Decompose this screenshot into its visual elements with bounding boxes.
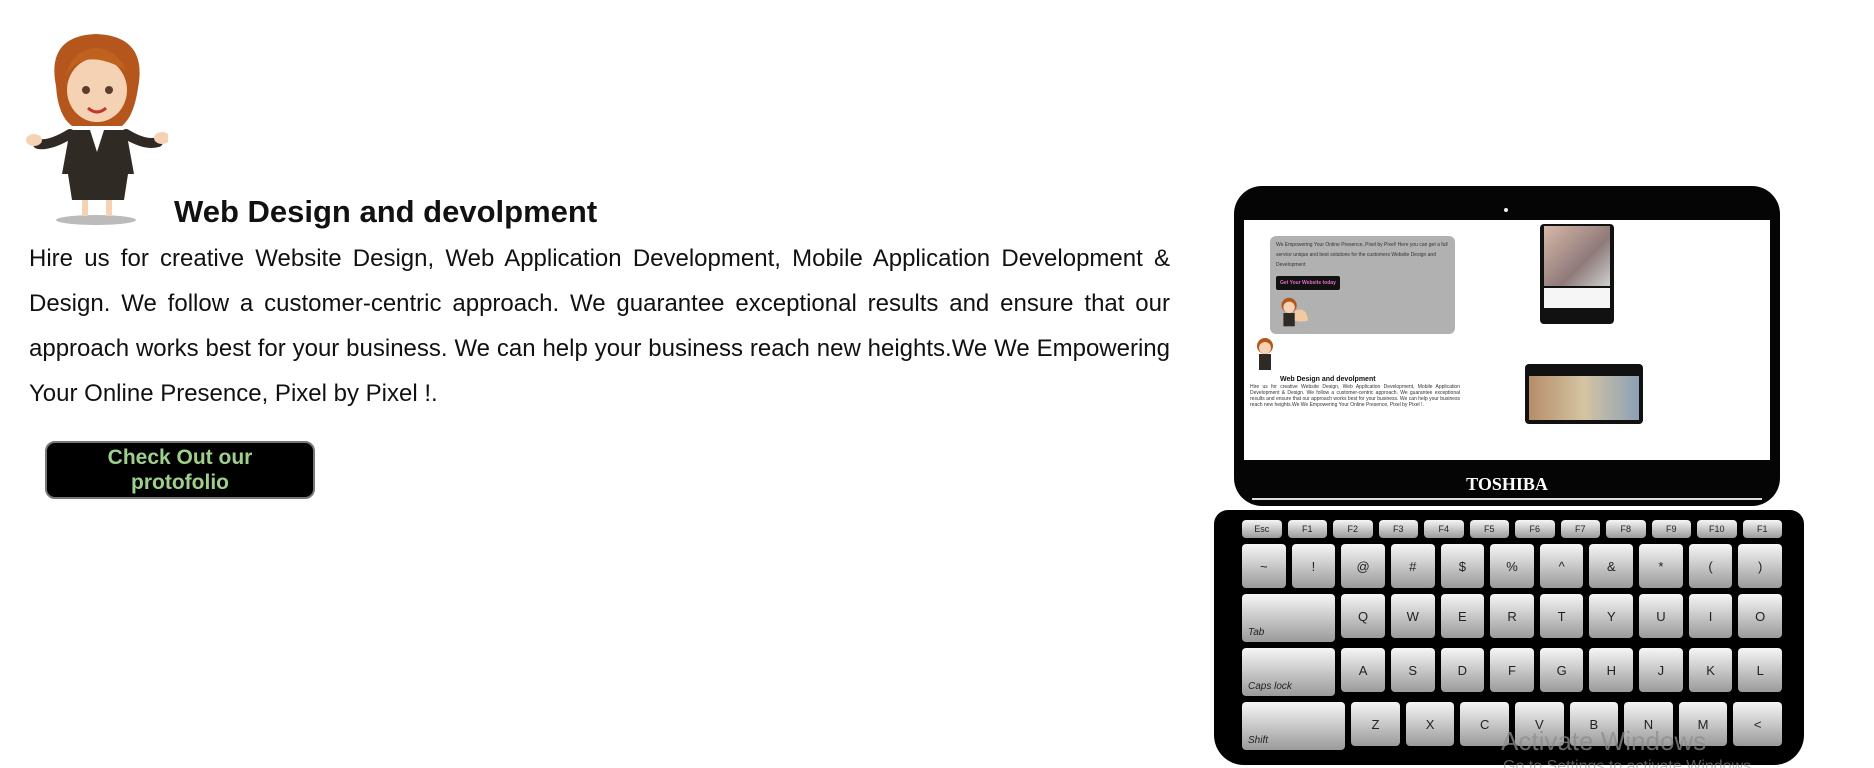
key: @ [1341, 544, 1385, 588]
key: F6 [1515, 520, 1555, 538]
page: Web Design and devolpment Hire us for cr… [0, 0, 1874, 768]
activate-windows-subtitle: Go to Settings to activate Windows. [1503, 758, 1756, 768]
key: F7 [1560, 520, 1600, 538]
key: F9 [1651, 520, 1691, 538]
key: W [1390, 594, 1435, 638]
laptop-hinge-line [1252, 498, 1762, 500]
screen-phone-mockup [1540, 224, 1614, 324]
shift-key: Shift [1242, 702, 1346, 750]
laptop-lid: We Empowering Your Online Presence, Pixe… [1234, 186, 1780, 506]
laptop-brand-label: TOSHIBA [1466, 474, 1548, 494]
key: H [1589, 648, 1634, 692]
webcam-icon [1504, 208, 1508, 212]
key: D [1440, 648, 1485, 692]
key: R [1490, 594, 1534, 638]
key: K [1688, 648, 1733, 692]
key: A [1341, 648, 1385, 692]
key: ^ [1539, 544, 1584, 588]
key: T [1539, 594, 1584, 638]
key: ) [1738, 544, 1783, 588]
key: Q [1341, 594, 1385, 638]
key: # [1390, 544, 1435, 588]
keyboard-fn-row: Esc F1 F2 F3 F4 F5 F6 F7 F8 F9 F10 F1 [1242, 520, 1782, 538]
screen-avatar-icon [1281, 297, 1309, 327]
key: L [1738, 648, 1783, 692]
key: U [1639, 594, 1683, 638]
page-title: Web Design and devolpment [174, 194, 598, 229]
phone-photo [1544, 226, 1610, 286]
activate-windows-watermark: Activate Windows [1501, 726, 1707, 756]
key: I [1688, 594, 1733, 638]
screen-mini-title: Web Design and devolpment [1280, 376, 1376, 383]
tab-key: Tab [1242, 594, 1336, 642]
key: O [1738, 594, 1783, 638]
key: F8 [1606, 520, 1646, 538]
key: S [1390, 648, 1435, 692]
key: * [1639, 544, 1683, 588]
laptop-screen: We Empowering Your Online Presence, Pixe… [1244, 220, 1770, 460]
key: Esc [1242, 520, 1282, 538]
laptop-illustration: We Empowering Your Online Presence, Pixe… [1208, 184, 1808, 768]
screen-card-button: Get Your Website today [1276, 276, 1340, 290]
key: < [1733, 702, 1782, 746]
keyboard-number-row: ~ ! @ # $ % ^ & * ( ) [1242, 544, 1783, 588]
key: F10 [1697, 520, 1737, 538]
hero-description: Hire us for creative Website Design, Web… [29, 245, 1170, 407]
portfolio-button[interactable]: Check Out our protofolio [45, 441, 315, 499]
screen-small-avatar-icon [1257, 338, 1273, 370]
caps-lock-key: Caps lock [1242, 648, 1336, 696]
keyboard-caps-row: Caps lock A S D F G H J K L [1242, 648, 1783, 696]
keyboard-keys: Esc F1 F2 F3 F4 F5 F6 F7 F8 F9 F10 F1 ~ … [1242, 520, 1783, 756]
screen-tablet-mockup [1525, 364, 1643, 424]
key: $ [1440, 544, 1485, 588]
key: F1 [1742, 520, 1782, 538]
key: F [1490, 648, 1534, 692]
keyboard-tab-row: Tab Q W E R T Y U I O [1242, 594, 1783, 642]
key: E [1440, 594, 1485, 638]
screen-mini-text: Hire us for creative Website Design, Web… [1250, 384, 1460, 408]
key: F5 [1469, 520, 1509, 538]
key: J [1639, 648, 1683, 692]
key: F4 [1424, 520, 1464, 538]
key: G [1539, 648, 1584, 692]
key: ! [1291, 544, 1336, 588]
key: ~ [1242, 544, 1286, 588]
screen-hero-card: We Empowering Your Online Presence, Pixe… [1270, 236, 1455, 334]
key: Z [1351, 702, 1400, 746]
tablet-photo [1529, 376, 1639, 420]
key: F2 [1333, 520, 1373, 538]
key: F1 [1287, 520, 1327, 538]
phone-post-text [1544, 288, 1610, 308]
key: X [1405, 702, 1455, 746]
key: ( [1688, 544, 1733, 588]
key: F3 [1378, 520, 1418, 538]
key: % [1490, 544, 1534, 588]
key: Y [1589, 594, 1634, 638]
key: & [1589, 544, 1634, 588]
screen-card-text: We Empowering Your Online Presence, Pixe… [1276, 242, 1448, 268]
businesswoman-avatar-image [26, 34, 168, 225]
